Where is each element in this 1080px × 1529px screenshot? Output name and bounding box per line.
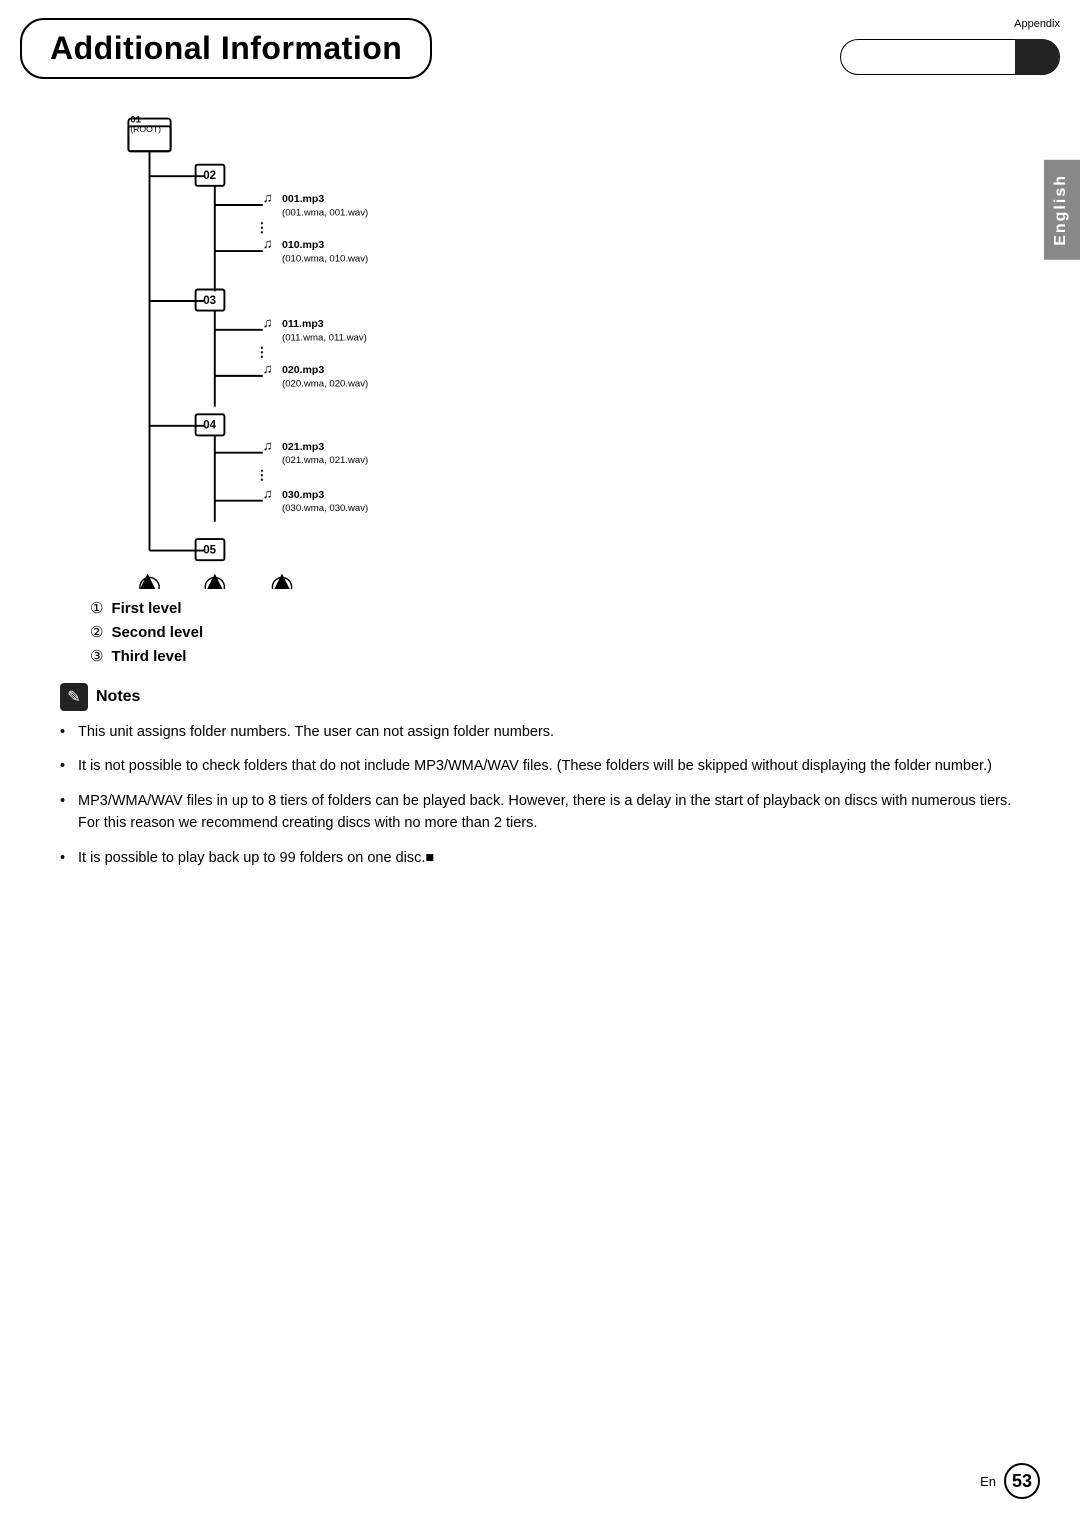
- title-box: Additional Information: [20, 18, 432, 79]
- tree-svg: 01 (ROOT) 02 ♫ 001.mp3 (001.wma, 001.wav…: [90, 109, 570, 589]
- header-pill-block: [1015, 39, 1059, 75]
- note-item-4: It is possible to play back up to 99 fol…: [60, 847, 1020, 869]
- svg-text:②: ②: [211, 583, 220, 589]
- svg-text:(010.wma, 010.wav): (010.wma, 010.wav): [282, 254, 368, 265]
- svg-text:011.mp3: 011.mp3: [282, 318, 324, 330]
- notes-section: ✎ Notes This unit assigns folder numbers…: [60, 683, 1020, 869]
- svg-text:①: ①: [146, 583, 155, 589]
- footer-en-label: En: [980, 1474, 996, 1489]
- svg-text:(001.wma, 001.wav): (001.wma, 001.wav): [282, 208, 368, 219]
- svg-text:05: 05: [203, 544, 216, 556]
- page-footer: En 53: [980, 1463, 1040, 1499]
- notes-title: Notes: [96, 688, 140, 706]
- legend-circle-3: ③: [90, 647, 103, 665]
- legend-label-1: First level: [111, 600, 181, 617]
- note-item-1: This unit assigns folder numbers. The us…: [60, 721, 1020, 743]
- appendix-label: Appendix: [1014, 18, 1060, 30]
- svg-text:(011.wma, 011.wav): (011.wma, 011.wav): [282, 332, 367, 343]
- svg-text:04: 04: [203, 420, 216, 432]
- legend: ① First level ② Second level ③ Third lev…: [90, 599, 1020, 665]
- svg-text:⋮: ⋮: [255, 468, 268, 483]
- legend-item-1: ① First level: [90, 599, 1020, 617]
- header-pill: [840, 39, 1060, 75]
- page-number: 53: [1004, 1463, 1040, 1499]
- folder-tree-diagram: 01 (ROOT) 02 ♫ 001.mp3 (001.wma, 001.wav…: [90, 109, 570, 589]
- note-item-3: MP3/WMA/WAV files in up to 8 tiers of fo…: [60, 790, 1020, 835]
- svg-text:♫: ♫: [263, 438, 273, 453]
- svg-text:020.mp3: 020.mp3: [282, 364, 324, 376]
- main-content: 01 (ROOT) 02 ♫ 001.mp3 (001.wma, 001.wav…: [0, 79, 1080, 901]
- svg-text:030.mp3: 030.mp3: [282, 489, 324, 501]
- svg-text:♫: ♫: [263, 486, 273, 501]
- page-title: Additional Information: [50, 30, 402, 67]
- notes-icon: ✎: [60, 683, 88, 711]
- svg-text:(ROOT): (ROOT): [130, 124, 161, 134]
- notes-header: ✎ Notes: [60, 683, 1020, 711]
- legend-label-3: Third level: [111, 648, 186, 665]
- svg-text:021.mp3: 021.mp3: [282, 441, 324, 453]
- notes-list: This unit assigns folder numbers. The us…: [60, 721, 1020, 869]
- legend-label-2: Second level: [111, 624, 203, 641]
- legend-item-2: ② Second level: [90, 623, 1020, 641]
- language-tab: English: [1044, 160, 1080, 260]
- page-header: Additional Information Appendix: [0, 0, 1080, 79]
- legend-circle-1: ①: [90, 599, 103, 617]
- svg-text:③: ③: [278, 583, 287, 589]
- svg-text:(020.wma, 020.wav): (020.wma, 020.wav): [282, 378, 368, 389]
- svg-text:⋮: ⋮: [255, 220, 268, 235]
- svg-text:010.mp3: 010.mp3: [282, 239, 324, 251]
- svg-text:♫: ♫: [263, 361, 273, 376]
- legend-circle-2: ②: [90, 623, 103, 641]
- svg-text:(021.wma, 021.wav): (021.wma, 021.wav): [282, 455, 368, 466]
- svg-text:♫: ♫: [263, 190, 273, 205]
- legend-item-3: ③ Third level: [90, 647, 1020, 665]
- svg-text:⋮: ⋮: [255, 345, 268, 360]
- svg-text:03: 03: [203, 295, 216, 307]
- svg-text:♫: ♫: [263, 236, 273, 251]
- svg-text:♫: ♫: [263, 315, 273, 330]
- header-right: Appendix: [442, 18, 1060, 79]
- svg-text:(030.wma, 030.wav): (030.wma, 030.wav): [282, 503, 368, 514]
- svg-text:02: 02: [203, 170, 216, 182]
- note-item-2: It is not possible to check folders that…: [60, 755, 1020, 777]
- svg-text:001.mp3: 001.mp3: [282, 193, 324, 205]
